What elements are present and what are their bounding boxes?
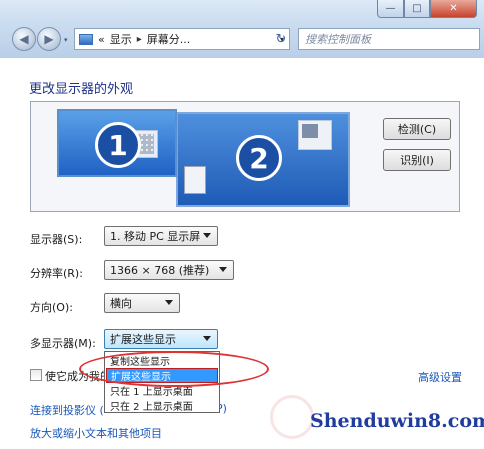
breadcrumb-separator-icon[interactable]: ▸ (137, 34, 142, 45)
window-controls: — □ ✕ (377, 0, 479, 18)
recent-pages-dropdown[interactable]: ▾ (64, 36, 68, 44)
resolution-select[interactable]: 1366 × 768 (推荐) (104, 260, 234, 280)
identify-button[interactable]: 识别(I) (383, 149, 451, 171)
refresh-icon: ↻ (275, 31, 287, 47)
orientation-label: 方向(O): (30, 301, 73, 314)
control-panel-icon (79, 33, 93, 45)
refresh-button[interactable]: ↻ (271, 29, 291, 49)
resolution-label: 分辨率(R): (30, 267, 83, 280)
display-select[interactable]: 1. 移动 PC 显示屏 (104, 226, 218, 246)
chevron-down-icon (203, 336, 211, 341)
text-size-link[interactable]: 放大或缩小文本和其他项目 (30, 425, 162, 441)
make-main-display-checkbox[interactable] (30, 369, 42, 381)
back-button[interactable]: ◀ (12, 27, 36, 51)
address-bar[interactable]: « 显示 ▸ 屏幕分... ▾ (74, 28, 290, 50)
option-show-only-2[interactable]: 只在 2 上显示桌面 (106, 398, 218, 413)
minimize-button[interactable]: — (377, 0, 404, 18)
chevron-down-icon (203, 233, 211, 238)
connect-projector-link[interactable]: 连接到投影仪 ( (30, 402, 104, 418)
chevron-down-icon (165, 300, 173, 305)
close-button[interactable]: ✕ (430, 0, 477, 18)
page-title: 更改显示器的外观 (29, 82, 134, 97)
breadcrumb-overflow[interactable]: « (98, 33, 105, 46)
window-chrome: — □ ✕ ◀ ▶ ▾ « 显示 ▸ 屏幕分... ▾ ↻ 搜索控制面板 (0, 0, 484, 58)
site-watermark: Shenduwin8.com (310, 410, 484, 432)
display-label: 显示器(S): (30, 233, 83, 246)
detect-button[interactable]: 检测(C) (383, 118, 451, 140)
breadcrumb-screen-resolution[interactable]: 屏幕分... (147, 31, 191, 47)
arrow-left-icon: ◀ (19, 32, 29, 46)
computer-tower-icon (184, 166, 206, 194)
display-select-value: 1. 移动 PC 显示屏 (110, 230, 201, 243)
orientation-select-value: 横向 (110, 297, 132, 310)
monitor-number-2: 2 (236, 135, 282, 181)
multiple-displays-select-value: 扩展这些显示 (110, 333, 176, 346)
monitor-number-1: 1 (95, 122, 141, 168)
advanced-settings-link[interactable]: 高级设置 (418, 369, 462, 385)
search-input[interactable]: 搜索控制面板 (298, 28, 480, 50)
watermark-logo (270, 395, 314, 439)
multiple-displays-select[interactable]: 扩展这些显示 (104, 329, 218, 349)
red-annotation-ellipse (79, 351, 269, 387)
maximize-button[interactable]: □ (404, 0, 430, 18)
resolution-select-value: 1366 × 768 (推荐) (110, 264, 210, 277)
arrow-right-icon: ▶ (44, 32, 54, 46)
window-thumbnail-icon (298, 120, 332, 150)
orientation-select[interactable]: 横向 (104, 293, 180, 313)
forward-button[interactable]: ▶ (37, 27, 61, 51)
multiple-displays-label: 多显示器(M): (30, 337, 96, 350)
chevron-down-icon (219, 267, 227, 272)
breadcrumb-display[interactable]: 显示 (110, 31, 132, 47)
